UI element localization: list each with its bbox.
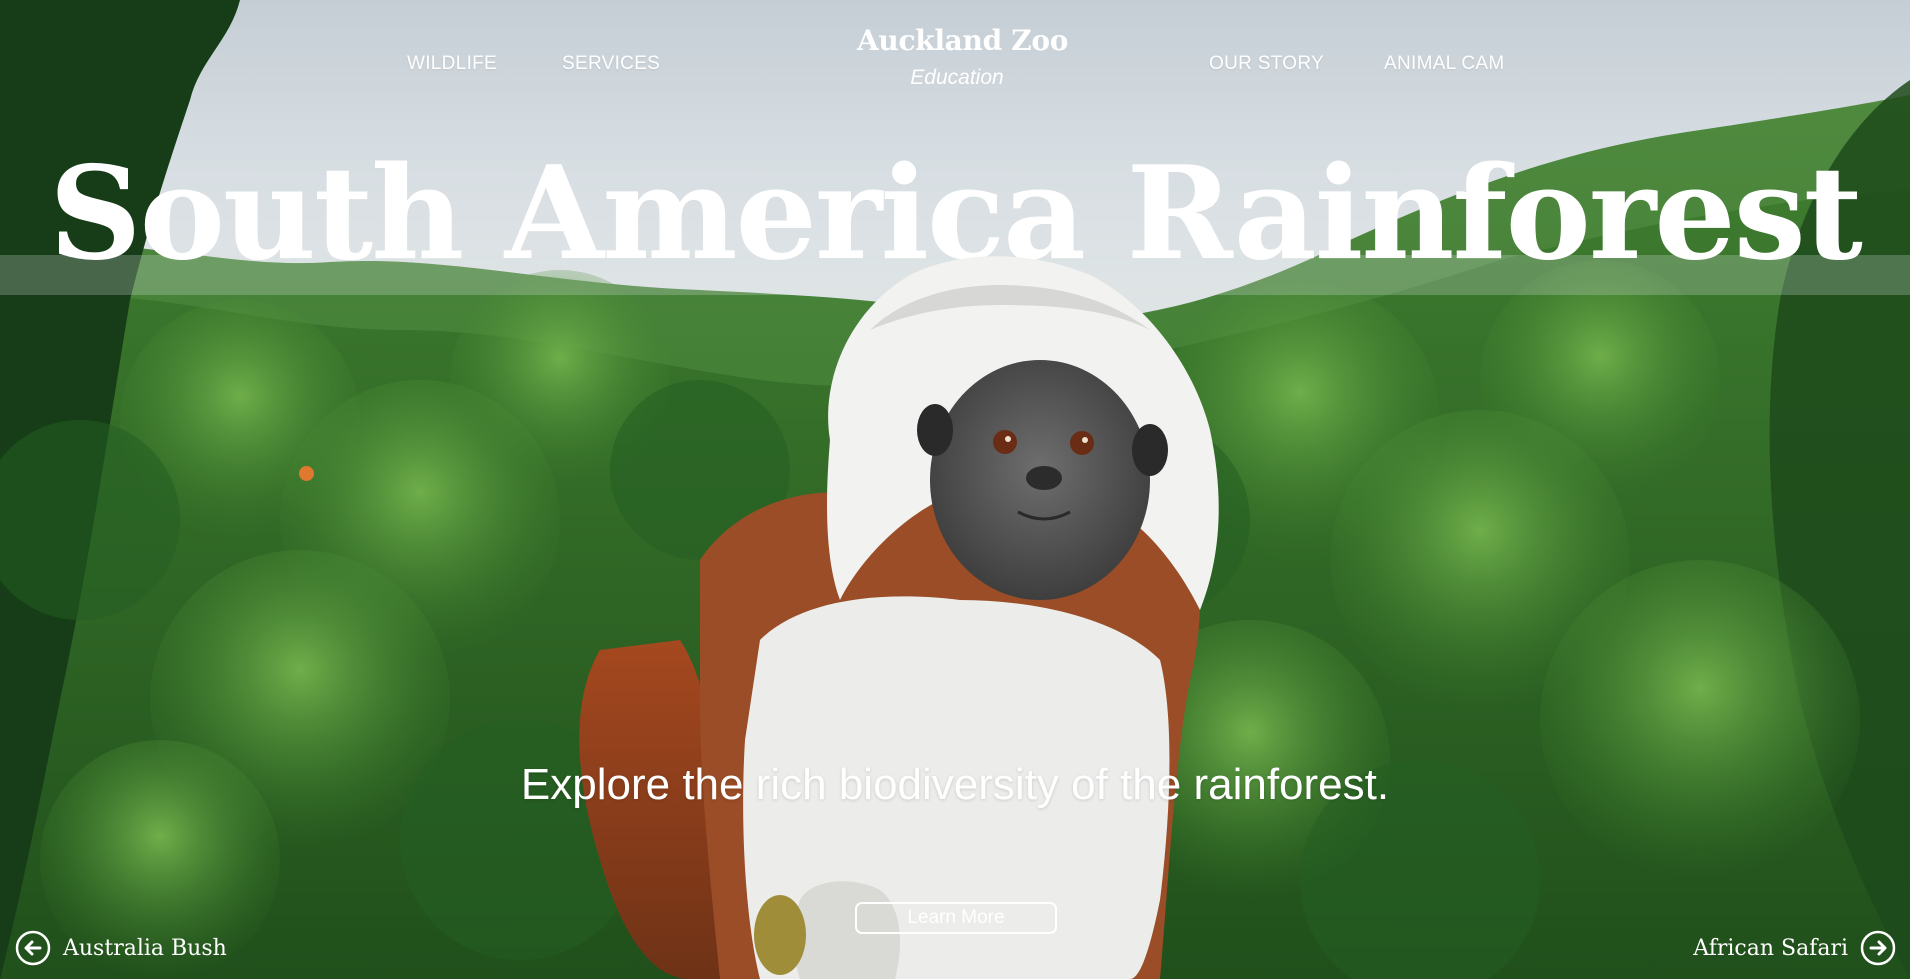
prev-habitat-label: Australia Bush — [63, 935, 227, 961]
accent-dot — [299, 466, 314, 481]
hero-title: South America Rainforest — [49, 139, 1863, 289]
brand-subtitle: Education — [910, 66, 1004, 89]
brand-title: Auckland Zoo — [857, 24, 1069, 57]
nav-link-animal-cam[interactable]: ANIMAL CAM — [1384, 53, 1505, 75]
nav-link-wildlife[interactable]: WILDLIFE — [407, 53, 497, 75]
nav-link-services[interactable]: SERVICES — [562, 53, 660, 75]
next-habitat-link[interactable]: African Safari — [1693, 930, 1896, 966]
arrow-right-circle-icon — [1860, 930, 1896, 966]
brand-logo[interactable]: Auckland Zoo Education — [857, 24, 1069, 90]
hero-subtitle: Explore the rich biodiversity of the rai… — [520, 760, 1390, 809]
learn-more-button[interactable]: Learn More — [855, 902, 1057, 934]
prev-habitat-link[interactable]: Australia Bush — [15, 930, 227, 966]
arrow-left-circle-icon — [15, 930, 51, 966]
next-habitat-label: African Safari — [1693, 935, 1848, 961]
nav-link-our-story[interactable]: OUR STORY — [1209, 53, 1324, 75]
